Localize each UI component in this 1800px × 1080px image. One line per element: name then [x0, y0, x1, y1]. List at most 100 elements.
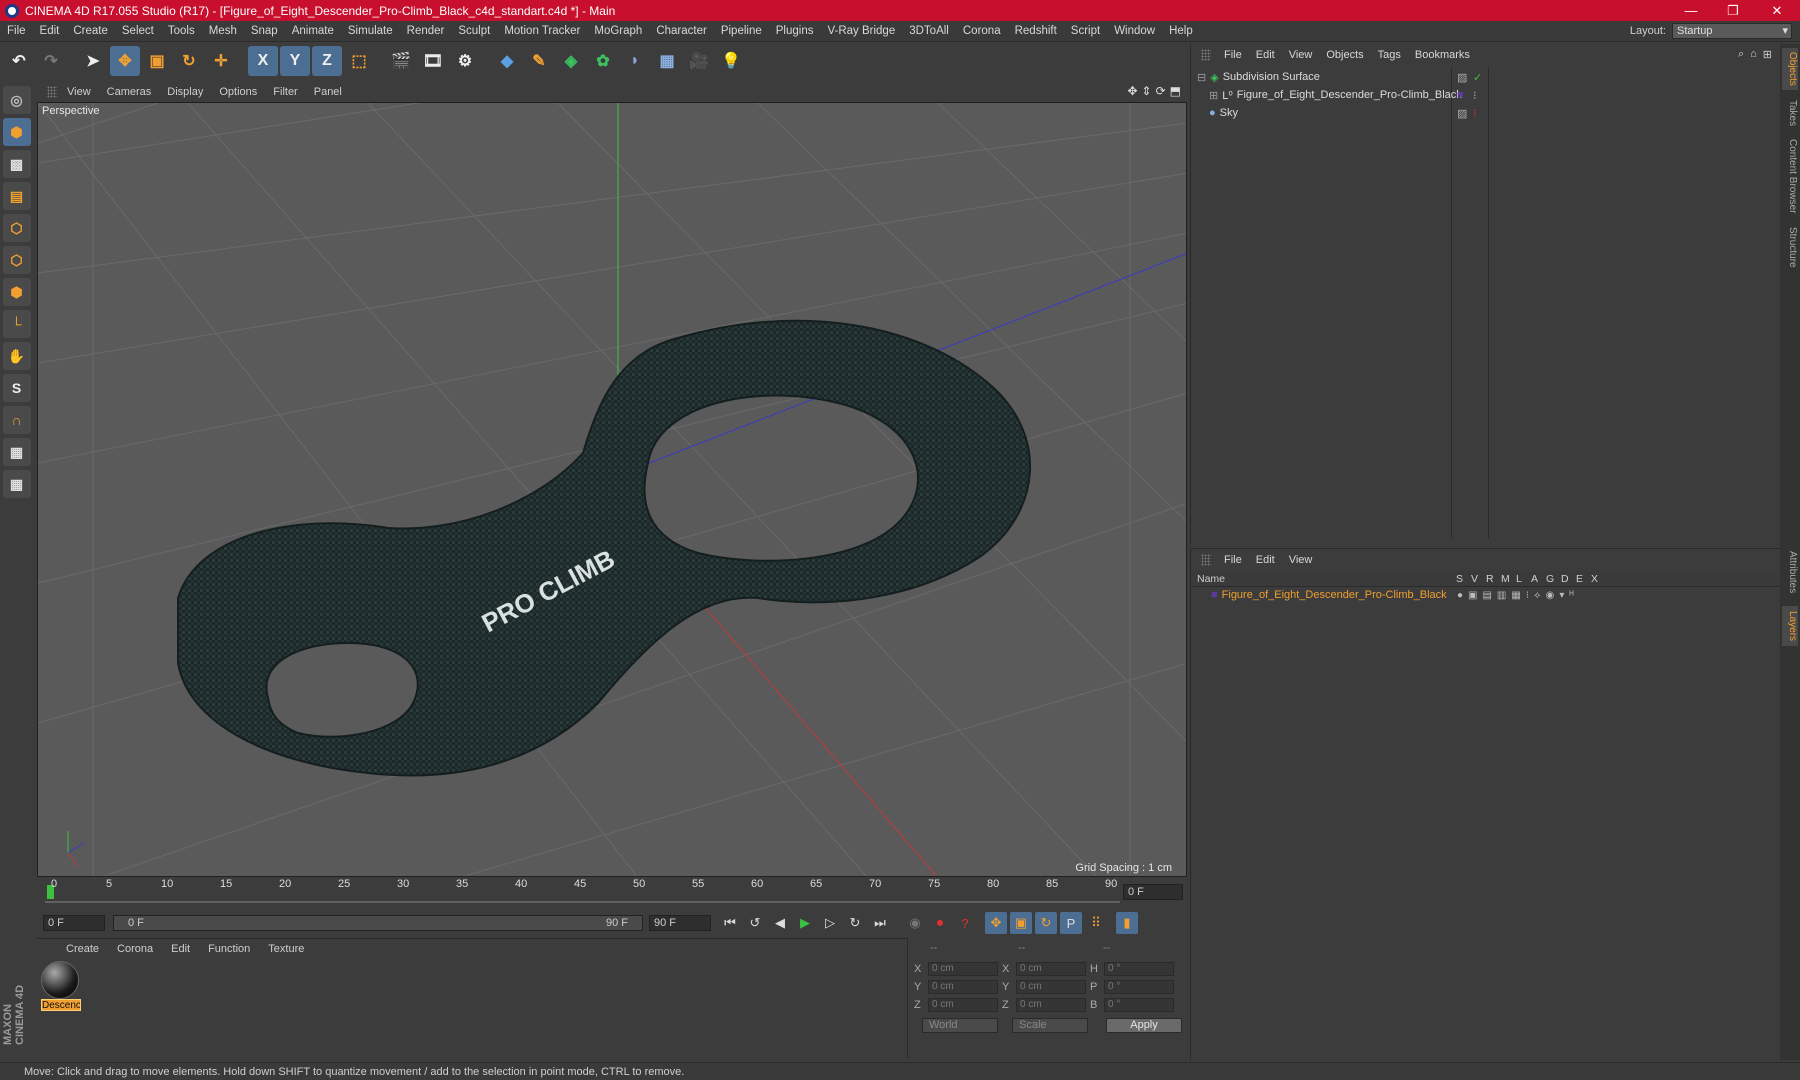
object-row[interactable]: ● Sky ▨ ⁝	[1191, 104, 1781, 122]
layer-color-swatch[interactable]: ■	[1211, 589, 1218, 601]
menu-file[interactable]: File	[0, 25, 33, 37]
subdivision-surface-icon[interactable]: ◈	[556, 46, 586, 76]
side-tab-content-browser[interactable]: Content Browser	[1782, 136, 1798, 216]
enabled-check-icon[interactable]: ✓	[1473, 71, 1482, 84]
menu-script[interactable]: Script	[1064, 25, 1107, 37]
layer-color-icon[interactable]: ■	[1457, 89, 1464, 101]
menu-select[interactable]: Select	[115, 25, 161, 37]
coordinate-system-dropdown[interactable]: World	[922, 1018, 998, 1033]
make-editable-icon[interactable]: ◎	[2, 86, 31, 114]
pos-x-field[interactable]: 0 cm	[928, 962, 998, 976]
menu-pipeline[interactable]: Pipeline	[714, 25, 769, 37]
close-button[interactable]: ✕	[1754, 0, 1800, 21]
render-view-icon[interactable]: 🎬	[386, 46, 416, 76]
drag-grip-icon[interactable]	[47, 86, 57, 98]
layers-menu-view[interactable]: View	[1282, 554, 1320, 566]
expand-icon[interactable]: ⊞	[1209, 89, 1218, 102]
menu-help[interactable]: Help	[1162, 25, 1200, 37]
camera-icon[interactable]: 🎥	[684, 46, 714, 76]
objects-menu-view[interactable]: View	[1282, 49, 1320, 61]
texture-mode-icon[interactable]: ▩	[2, 150, 31, 178]
x-axis-lock-button[interactable]: X	[248, 46, 278, 76]
pos-y-field[interactable]: 0 cm	[928, 980, 998, 994]
viewport-menu-filter[interactable]: Filter	[267, 86, 303, 98]
menu-simulate[interactable]: Simulate	[341, 25, 400, 37]
menu-vray-bridge[interactable]: V-Ray Bridge	[820, 25, 902, 37]
previous-key-icon[interactable]: ↺	[744, 912, 766, 934]
material-menu-texture[interactable]: Texture	[259, 943, 313, 955]
viewport-menu-panel[interactable]: Panel	[308, 86, 348, 98]
menu-mesh[interactable]: Mesh	[202, 25, 244, 37]
end-frame-field[interactable]: 90 F	[649, 915, 711, 931]
minimize-button[interactable]: —	[1668, 0, 1714, 21]
rot-p-field[interactable]: 0 °	[1104, 980, 1174, 994]
material-menu-function[interactable]: Function	[199, 943, 259, 955]
recent-tool-icon[interactable]: ✛	[206, 46, 236, 76]
material-menu-edit[interactable]: Edit	[162, 943, 199, 955]
snap-icon[interactable]: S	[2, 374, 31, 402]
cloner-icon[interactable]: ✿	[588, 46, 618, 76]
object-name[interactable]: Subdivision Surface	[1223, 71, 1320, 83]
objects-menu-edit[interactable]: Edit	[1249, 49, 1282, 61]
object-name[interactable]: Sky	[1220, 107, 1238, 119]
viewport-menu-cameras[interactable]: Cameras	[101, 86, 158, 98]
side-tab-attributes[interactable]: Attributes	[1782, 544, 1798, 600]
light-icon[interactable]: 💡	[716, 46, 746, 76]
next-key-icon[interactable]: ↻	[844, 912, 866, 934]
go-to-end-icon[interactable]: ⏭	[869, 912, 891, 934]
go-to-start-icon[interactable]: ⏮	[719, 912, 741, 934]
previous-frame-icon[interactable]: ◀	[769, 912, 791, 934]
menu-redshift[interactable]: Redshift	[1008, 25, 1064, 37]
scale-tool-icon[interactable]: ▣	[142, 46, 172, 76]
menu-corona[interactable]: Corona	[956, 25, 1008, 37]
menu-character[interactable]: Character	[649, 25, 714, 37]
object-row[interactable]: ⊞ L⁰ Figure_of_Eight_Descender_Pro-Climb…	[1191, 86, 1781, 104]
search-icon[interactable]: ⌕	[1738, 48, 1744, 61]
menu-sculpt[interactable]: Sculpt	[451, 25, 497, 37]
menu-motion-tracker[interactable]: Motion Tracker	[497, 25, 587, 37]
menu-animate[interactable]: Animate	[285, 25, 341, 37]
object-name[interactable]: Figure_of_Eight_Descender_Pro-Climb_Blac…	[1237, 89, 1462, 101]
menu-edit[interactable]: Edit	[33, 25, 67, 37]
move-tool-icon[interactable]: ✥	[110, 46, 140, 76]
key-scale-icon[interactable]: ▣	[1010, 912, 1032, 934]
material-menu-create[interactable]: Create	[57, 943, 108, 955]
visibility-dots-icon[interactable]: ⁝	[1473, 89, 1477, 102]
timeline-window-icon[interactable]: ▮	[1116, 912, 1138, 934]
viewport-zoom-icon[interactable]: ⇕	[1142, 84, 1152, 98]
menu-render[interactable]: Render	[400, 25, 452, 37]
key-position-icon[interactable]: ✥	[985, 912, 1007, 934]
home-icon[interactable]: ⌂	[1750, 48, 1757, 61]
expand-icon[interactable]: ⊟	[1197, 71, 1206, 84]
viewport-menu-options[interactable]: Options	[213, 86, 263, 98]
frame-range-slider[interactable]: 0 F 90 F	[113, 915, 643, 931]
timeline[interactable]: 0 5 10 15 20 25 30 35 40 45 50 55 60 65 …	[37, 878, 1187, 908]
pos-z-field[interactable]: 0 cm	[928, 998, 998, 1012]
side-tab-objects[interactable]: Objects	[1782, 48, 1798, 90]
render-settings-icon[interactable]: ⚙	[450, 46, 480, 76]
magnet-icon[interactable]: ∩	[2, 406, 31, 434]
visibility-dots-icon[interactable]: ⁝	[1473, 107, 1477, 120]
undo-icon[interactable]: ↶	[4, 46, 34, 76]
viewport-menu-view[interactable]: View	[61, 86, 97, 98]
rotate-tool-icon[interactable]: ↻	[174, 46, 204, 76]
viewport-move-icon[interactable]: ✥	[1127, 84, 1137, 98]
z-axis-lock-button[interactable]: Z	[312, 46, 342, 76]
apply-button[interactable]: Apply	[1106, 1018, 1182, 1033]
layers-menu-edit[interactable]: Edit	[1249, 554, 1282, 566]
y-axis-lock-button[interactable]: Y	[280, 46, 310, 76]
layer-name[interactable]: Figure_of_Eight_Descender_Pro-Climb_Blac…	[1222, 589, 1447, 601]
maximize-button[interactable]: ❐	[1710, 0, 1756, 21]
visibility-toggle-icon[interactable]: ▨	[1457, 107, 1467, 120]
auto-key-icon[interactable]: ?	[954, 912, 976, 934]
key-pla-icon[interactable]: ⠿	[1085, 912, 1107, 934]
current-frame-field[interactable]: 0 F	[1123, 884, 1183, 900]
planar-workplane-icon[interactable]: ▦	[2, 470, 31, 498]
deformer-icon[interactable]: ◗	[620, 46, 650, 76]
live-selection-icon[interactable]: ➤	[78, 46, 108, 76]
side-tab-takes[interactable]: Takes	[1782, 96, 1798, 130]
layout-dropdown[interactable]: Startup	[1672, 23, 1792, 39]
size-z-field[interactable]: 0 cm	[1016, 998, 1086, 1012]
menu-tools[interactable]: Tools	[161, 25, 202, 37]
start-frame-field[interactable]: 0 F	[43, 915, 105, 931]
